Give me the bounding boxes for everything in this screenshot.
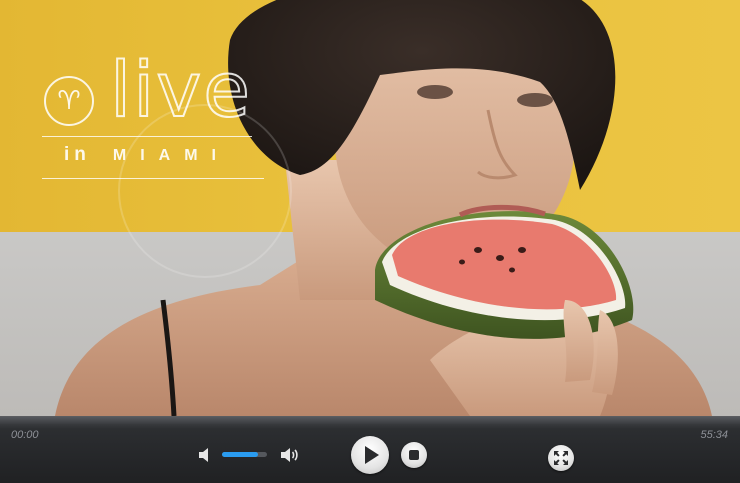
control-bar: 00:00 55:34 <box>0 416 740 483</box>
logo-tagline: in MIAMI <box>64 144 230 166</box>
volume-low-icon[interactable] <box>197 447 215 463</box>
channel-logo-watermark: ♈ live in MIAMI <box>40 45 292 278</box>
aries-icon: ♈ <box>57 86 81 116</box>
logo-wordmark: live <box>109 45 252 134</box>
logo-tagline-in: in <box>64 144 91 165</box>
volume-slider[interactable] <box>222 452 267 457</box>
stop-button[interactable] <box>401 442 427 468</box>
logo-rule-top <box>42 136 252 137</box>
volume-slider-fill <box>222 452 258 457</box>
total-duration: 55:34 <box>700 429 728 441</box>
logo-rule-bottom <box>42 178 264 179</box>
volume-high-icon[interactable] <box>279 446 301 464</box>
video-frame[interactable]: ♈ live in MIAMI <box>0 0 740 416</box>
play-icon <box>365 446 379 464</box>
fullscreen-button[interactable] <box>548 445 574 471</box>
video-player: ♈ live in MIAMI 00:00 55:34 <box>0 0 740 483</box>
current-time: 00:00 <box>11 429 39 441</box>
stop-icon <box>409 450 419 460</box>
play-button[interactable] <box>351 436 389 474</box>
logo-tagline-city: MIAMI <box>112 147 230 164</box>
seek-bar[interactable] <box>0 417 740 424</box>
fullscreen-icon <box>554 451 568 465</box>
logo-emblem: ♈ <box>44 76 94 126</box>
